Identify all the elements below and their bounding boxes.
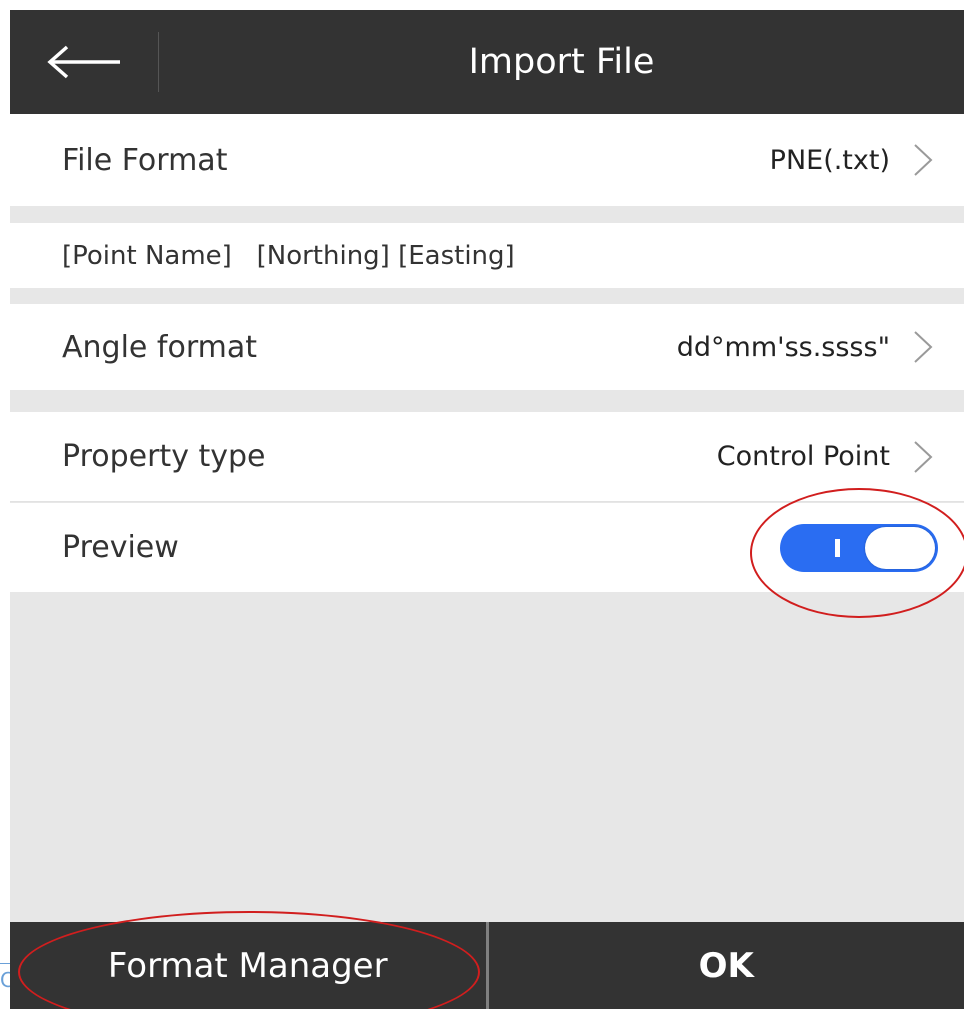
corner-line	[0, 963, 10, 964]
chevron-right-icon	[912, 438, 934, 476]
file-format-row[interactable]: File Format PNE(.txt)	[10, 114, 964, 206]
title-bar: Import File	[10, 10, 964, 114]
format-manager-button[interactable]: Format Manager	[10, 922, 486, 1009]
property-type-value: Control Point	[716, 441, 890, 472]
import-file-screen: Import File File Format PNE(.txt) [Point…	[10, 10, 964, 1009]
property-type-label: Property type	[62, 439, 266, 474]
arrow-left-icon	[46, 45, 122, 79]
preview-row: Preview	[10, 503, 964, 592]
ok-button[interactable]: OK	[488, 922, 964, 1009]
toggle-knob	[865, 527, 935, 569]
page-title: Import File	[468, 42, 655, 82]
chevron-right-icon	[912, 141, 934, 179]
angle-format-value: dd°mm'ss.ssss"	[676, 331, 890, 363]
format-fields-text: [Point Name] [Northing] [Easting]	[62, 240, 515, 271]
format-fields-row: [Point Name] [Northing] [Easting]	[10, 223, 964, 288]
footer-bar: Format Manager OK	[10, 922, 964, 1009]
property-type-row[interactable]: Property type Control Point	[10, 412, 964, 502]
preview-toggle[interactable]	[780, 524, 938, 572]
chevron-right-icon	[912, 328, 934, 366]
file-format-label: File Format	[62, 142, 228, 178]
back-button[interactable]	[10, 10, 158, 114]
angle-format-row[interactable]: Angle format dd°mm'ss.ssss"	[10, 304, 964, 390]
angle-format-label: Angle format	[62, 329, 257, 365]
file-format-value: PNE(.txt)	[769, 144, 890, 176]
corner-text: C	[0, 968, 10, 992]
toggle-on-mark	[835, 539, 840, 557]
